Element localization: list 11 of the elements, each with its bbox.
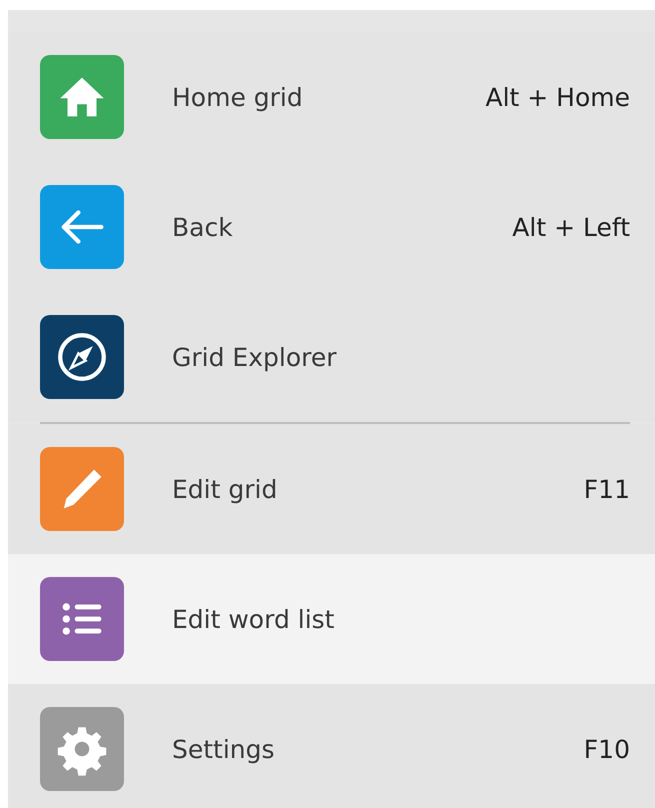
menu-label: Edit word list [172,604,336,634]
menu-label: Grid Explorer [172,342,338,372]
menu-label: Edit grid [172,474,278,504]
menu-item[interactable]: Edit word list [8,554,655,684]
shortcut-text: Alt + Left [512,212,630,242]
shortcut-text: F11 [584,474,630,504]
menu-label: Settings [172,734,276,764]
menu-label: Home grid [172,82,304,112]
shortcut-text: F10 [584,734,630,764]
menu-label: Back [172,212,234,242]
shortcut-text: Alt + Home [485,82,630,112]
